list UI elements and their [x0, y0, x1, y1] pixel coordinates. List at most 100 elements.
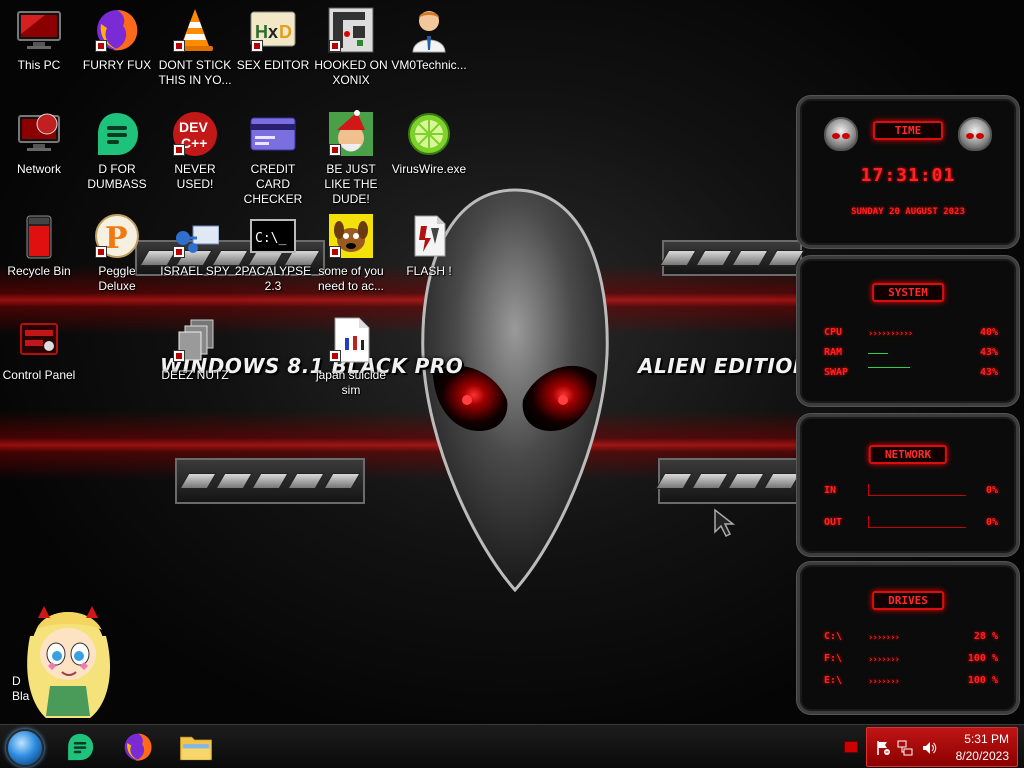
mouse-cursor-icon: [714, 508, 735, 538]
xonix-game-icon: [327, 6, 375, 54]
system-row-name: SWAP: [824, 366, 849, 378]
system-widget[interactable]: SYSTEM CPU ›››››››››› 40% RAM 43% SWAP 4…: [797, 256, 1019, 406]
document-icon: [327, 316, 375, 364]
shortcut-arrow-icon: [329, 144, 341, 156]
green-chat-icon: [93, 110, 141, 158]
wallpaper-plate-right: [655, 458, 801, 504]
svg-text:D: D: [279, 22, 292, 42]
svg-text:DEV: DEV: [179, 119, 208, 135]
network-globe-icon: [15, 110, 63, 158]
desktop-icon-some-of-you[interactable]: some of you need to ac...: [312, 212, 390, 294]
green-chat-icon: [68, 733, 94, 761]
desktop-icon-israel-spy[interactable]: ISRAEL SPY: [156, 212, 234, 279]
elf-character-icon: [327, 110, 375, 158]
desktop-icon-label: Recycle Bin: [7, 264, 71, 278]
desktop-icon-label: This PC: [17, 58, 61, 72]
desktop-icon-d-for-dumbass[interactable]: D FOR DUMBASS: [78, 110, 156, 192]
star-butterfly-mascot[interactable]: [16, 596, 120, 722]
desktop-icon-label: BE JUST LIKE THE DUDE!: [324, 162, 378, 206]
network-row-pct: 0%: [985, 516, 998, 528]
desktop-icon-dont-stick[interactable]: DONT STICK THIS IN YO...: [156, 6, 234, 88]
action-center-flag-icon[interactable]: [875, 740, 891, 756]
desktop-icon-label: Peggle Deluxe: [98, 264, 136, 293]
desktop-icon-label: DONT STICK THIS IN YO...: [158, 58, 232, 87]
taskbar-time: 5:31 PM: [964, 732, 1009, 746]
svg-text:x: x: [268, 22, 278, 42]
cartoon-dog-icon: [327, 212, 375, 260]
desktop-icon-peggle-deluxe[interactable]: P Peggle Deluxe: [78, 212, 156, 294]
stacked-files-icon: [171, 316, 219, 364]
drive-f-meter: ›››››››: [868, 655, 900, 665]
shortcut-arrow-icon: [173, 40, 185, 52]
desktop-icon-flash[interactable]: FLASH !: [390, 212, 468, 279]
credit-card-icon: [249, 110, 297, 158]
shortcut-arrow-icon: [95, 40, 107, 52]
desktop-icon-deez-nutz[interactable]: DEEZ NUTZ: [156, 316, 234, 383]
drives-widget-title: DRIVES: [872, 591, 944, 610]
desktop-icon-credit-card-checker[interactable]: CREDIT CARD CHECKER: [234, 110, 312, 207]
desktop-icon-furry-fux[interactable]: FURRY FUX: [78, 6, 156, 73]
wallpaper-plate-left: [175, 458, 365, 504]
desktop-icon-hooked-on-xonix[interactable]: HOOKED ON XONIX: [312, 6, 390, 88]
desktop-icon-be-just-like-the-dude[interactable]: BE JUST LIKE THE DUDE!: [312, 110, 390, 207]
drives-widget[interactable]: DRIVES C:\ ››››››› 28 % F:\ ››››››› 100 …: [797, 562, 1019, 714]
desktop-icon-label: FLASH !: [406, 264, 452, 278]
taskbar-clock[interactable]: 5:31 PM 8/20/2023: [956, 731, 1009, 765]
volume-icon[interactable]: [921, 740, 937, 756]
network-out-graph: [868, 516, 966, 528]
recycle-bin-full-icon: [15, 212, 63, 260]
desktop-icon-label: D FOR DUMBASS: [87, 162, 147, 191]
desktop-icon-viruswire[interactable]: VirusWire.exe: [390, 110, 468, 177]
start-button[interactable]: [6, 729, 44, 767]
desktop-icon-this-pc[interactable]: This PC: [0, 6, 78, 73]
control-panel-icon: [15, 316, 63, 364]
desktop-icon-label: NEVER USED!: [174, 162, 216, 191]
time-widget-date: SUNDAY 20 AUGUST 2023: [851, 207, 965, 217]
shortcut-arrow-icon: [329, 246, 341, 258]
system-tray: 5:31 PM 8/20/2023: [866, 727, 1018, 767]
drive-row-name: F:\: [824, 652, 843, 664]
desktop-icon-control-panel[interactable]: Control Panel: [0, 316, 78, 383]
network-icon[interactable]: [897, 740, 913, 756]
network-row-name: IN: [824, 484, 837, 496]
show-hidden-icons-button[interactable]: [844, 741, 858, 753]
system-row-pct: 43%: [979, 346, 998, 358]
drive-row-pct: 100 %: [967, 674, 998, 686]
desktop-icon-2pacalypse[interactable]: C:\_ 2PACALYPSE 2.3: [234, 212, 312, 294]
desktop-icon-label: 2PACALYPSE 2.3: [234, 264, 312, 293]
desktop-icon-japan-suicide-sim[interactable]: japan suicide sim: [312, 316, 390, 398]
taskbar-app-chat[interactable]: [60, 729, 100, 765]
doctor-avatar-icon: [405, 6, 453, 54]
network-row-name: OUT: [824, 516, 843, 528]
system-row-pct: 43%: [979, 366, 998, 378]
svg-text:P: P: [105, 221, 128, 256]
time-widget-clock: 17:31:01: [860, 165, 956, 186]
drive-row-name: E:\: [824, 674, 843, 686]
system-row-swap: SWAP 43%: [824, 365, 998, 379]
network-in-graph: [868, 484, 966, 496]
taskbar-date: 8/20/2023: [955, 749, 1009, 763]
time-widget[interactable]: TIME 17:31:01 SUNDAY 20 AUGUST 2023: [797, 96, 1019, 248]
desktop-icon-vm0technic[interactable]: VM0Technic...: [390, 6, 468, 73]
svg-text:C:\_: C:\_: [255, 231, 286, 246]
desktop-icon-network[interactable]: Network: [0, 110, 78, 177]
drive-c-meter: ›››››››: [868, 633, 900, 643]
desktop-icon-sex-editor[interactable]: HxD SEX EDITOR: [234, 6, 312, 73]
drive-row-c: C:\ ››››››› 28 %: [824, 629, 998, 644]
shortcut-arrow-icon: [173, 246, 185, 258]
desktop-icon-label: Network: [16, 162, 61, 176]
desktop-icon-label: HOOKED ON XONIX: [314, 58, 388, 87]
taskbar-app-file-explorer[interactable]: [176, 729, 216, 765]
lime-icon: [405, 110, 453, 158]
vlc-cone-icon: [171, 6, 219, 54]
alien-head-icon: [824, 117, 858, 151]
ram-meter: [868, 348, 966, 356]
drive-row-e: E:\ ››››››› 100 %: [824, 673, 998, 688]
desktop-icon-recycle-bin[interactable]: Recycle Bin: [0, 212, 78, 279]
desktop-icon-never-used[interactable]: DEV C++ NEVER USED!: [156, 110, 234, 192]
alien-head-icon: [958, 117, 992, 151]
desktop-icon-label: VirusWire.exe: [391, 162, 467, 176]
network-widget[interactable]: NETWORK IN 0% OUT 0%: [797, 414, 1019, 556]
shortcut-arrow-icon: [95, 246, 107, 258]
taskbar-app-firefox[interactable]: [118, 729, 158, 765]
